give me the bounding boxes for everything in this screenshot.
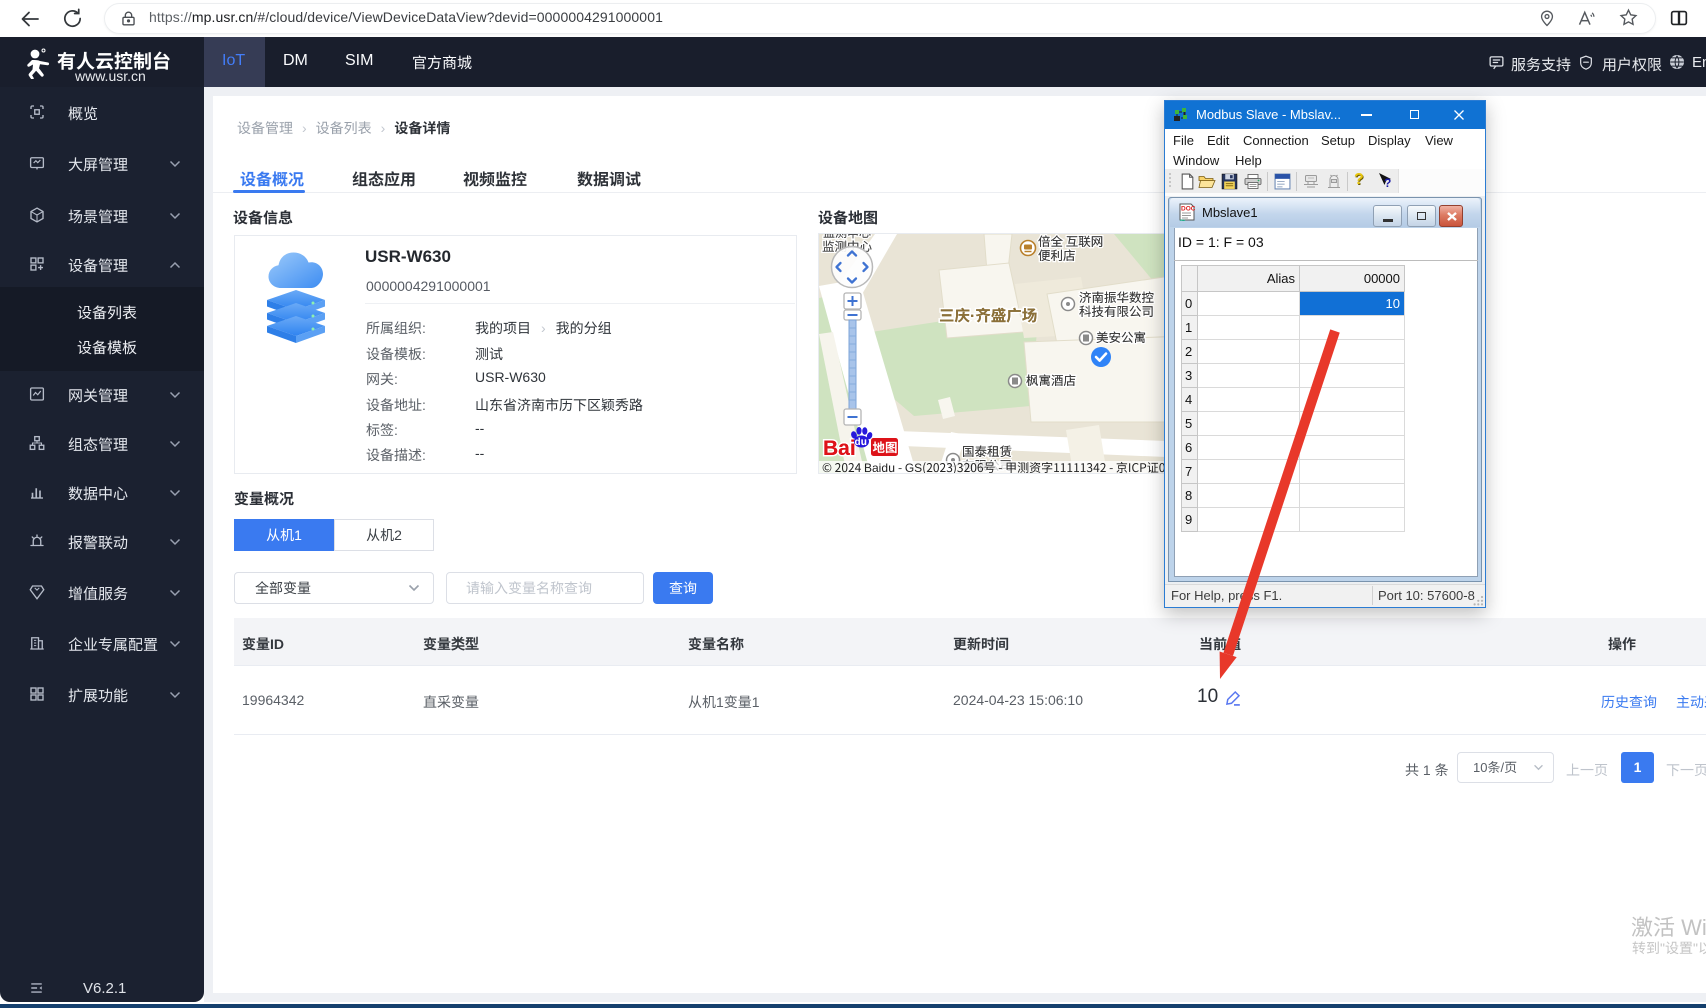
svg-text:?: ? bbox=[1384, 176, 1391, 190]
svg-text:DOC: DOC bbox=[1181, 206, 1195, 213]
svg-text:du: du bbox=[855, 433, 867, 448]
svg-text:美安公寓: 美安公寓 bbox=[1096, 327, 1146, 346]
svg-text:地图: 地图 bbox=[873, 437, 898, 456]
svg-text:Bai: Bai bbox=[823, 432, 856, 462]
svg-text:便利店: 便利店 bbox=[1038, 245, 1076, 264]
svg-text:三庆·齐盛广场: 三庆·齐盛广场 bbox=[939, 304, 1037, 326]
svg-text:科技有限公司: 科技有限公司 bbox=[1079, 301, 1154, 320]
svg-text:枫寓酒店: 枫寓酒店 bbox=[1026, 370, 1076, 389]
